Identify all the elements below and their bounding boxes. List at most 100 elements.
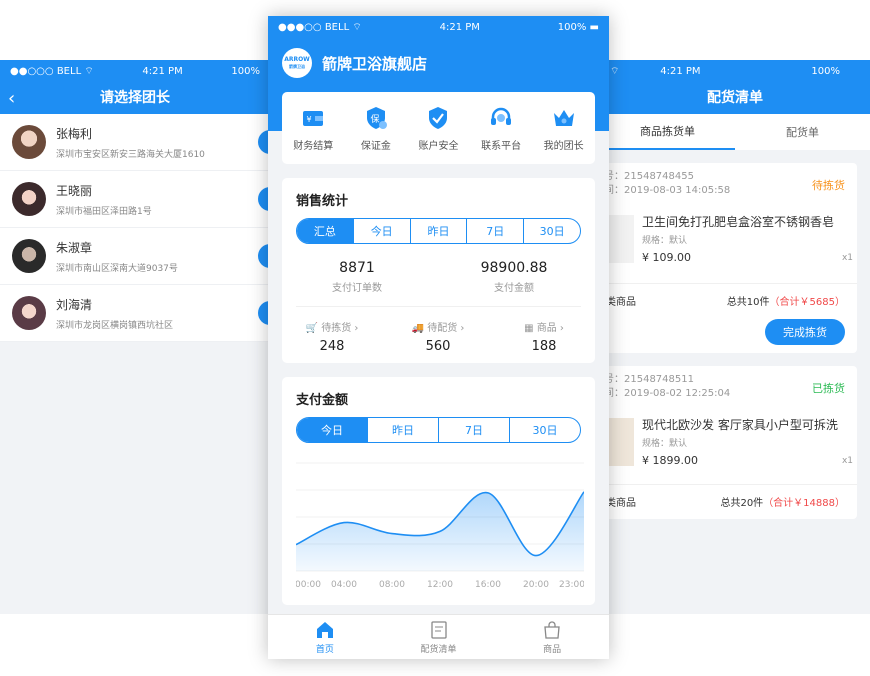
tab-yesterday[interactable]: 昨日 [367, 418, 438, 442]
box-icon: ▦ [524, 323, 534, 334]
avatar [12, 296, 46, 330]
menu-account-security[interactable]: 账户安全 [408, 105, 468, 152]
headset-icon [491, 107, 512, 125]
leader-name: 张梅利 [56, 126, 93, 141]
tab-30days[interactable]: 30日 [509, 418, 580, 442]
right-tabs: 商品拣货单 配货单 [600, 114, 870, 150]
amount-value: 98900.88 [480, 260, 548, 276]
leader-select-screen: ●●○○○ BELL ⌔ 4:21 PM 100% ‹ 请选择团长 张梅利 深圳市… [0, 60, 270, 614]
chevron-right-icon: › [460, 323, 465, 334]
shop-header: ARROW 箭牌卫浴 箭牌卫浴旗舰店 [282, 48, 427, 78]
payment-period-tabs: 今日 昨日 7日 30日 [296, 417, 581, 443]
wallet-icon: ¥ [303, 110, 324, 126]
order-card: 号：21548748511 间：2019-08-02 12:25:04 已拣货 … [600, 366, 857, 519]
order-total-count: 总共10件 [726, 297, 770, 308]
stat-goods[interactable]: ▦ 商品 › 188 [494, 319, 594, 354]
menu-deposit[interactable]: 保 保证金 [346, 105, 406, 152]
kpi-orders: 8871 支付订单数 [282, 260, 432, 294]
sales-stats-card: 销售统计 汇总 今日 昨日 7日 30日 8871 支付订单数 98900.88… [282, 178, 595, 363]
order-total-amount: （合计￥14888） [763, 498, 845, 509]
x-tick-label: 23:00 [559, 580, 584, 590]
product-qty: x1 [841, 253, 853, 263]
x-tick-label: 00:00 [296, 580, 321, 590]
product-spec: 规格：默认 [642, 439, 688, 449]
sales-period-tabs: 汇总 今日 昨日 7日 30日 [296, 218, 581, 244]
order-category: 类商品 [606, 498, 636, 509]
right-navbar: 配货清单 [600, 82, 870, 112]
tab-30days[interactable]: 30日 [523, 219, 580, 243]
x-tick-label: 20:00 [523, 580, 549, 590]
order-card: 号：21548748455 间：2019-08-03 14:05:58 待拣货 … [600, 163, 857, 353]
menu-contact-platform[interactable]: 联系平台 [471, 105, 531, 152]
list-item[interactable]: 朱淑章 深圳市南山区深南大道9037号 [0, 228, 270, 285]
tab-summary[interactable]: 汇总 [297, 219, 353, 243]
list-item[interactable]: 刘海清 深圳市龙岗区横岗镇西坑社区 [0, 285, 270, 342]
leader-address: 深圳市龙岗区横岗镇西坑社区 [56, 320, 174, 331]
amount-label: 支付金额 [494, 283, 534, 294]
signal-carrier: ●●○○○ BELL ⌔ [10, 65, 94, 77]
wifi-icon: ⌔ [610, 65, 620, 77]
back-chevron-icon[interactable]: ‹ [8, 88, 15, 109]
svg-text:¥: ¥ [307, 115, 312, 124]
tab-yesterday[interactable]: 昨日 [409, 219, 467, 243]
right-header: ⌔ 4:21 PM 100% 配货清单 [600, 60, 870, 114]
quick-menu: ¥ 财务结算 保 保证金 账户安全 联系平台 我的团长 [282, 92, 595, 164]
orders-label: 支付订单数 [332, 283, 382, 294]
leader-name: 王晓丽 [56, 183, 93, 198]
tab-picking-list[interactable]: 配货清单 [382, 615, 496, 659]
status-battery: 100% [811, 65, 840, 77]
tab-home[interactable]: 首页 [268, 615, 382, 659]
product-spec: 规格：默认 [642, 236, 688, 246]
tab-goods[interactable]: 商品 [495, 615, 609, 659]
status-badge: 待拣货 [812, 179, 845, 192]
cart-icon: 🛒 [305, 323, 319, 334]
status-time: 4:21 PM [142, 65, 183, 77]
tab-7days[interactable]: 7日 [438, 418, 509, 442]
stat-pending-pick[interactable]: 🛒 待拣货 › 248 [282, 319, 382, 354]
leader-address: 深圳市福田区泽田路1号 [56, 206, 152, 217]
order-product[interactable]: 现代北欧沙发 客厅家具小户型可拆洗 规格：默认 ¥ 1899.00 x1 [608, 416, 853, 472]
payment-card: 支付金额 今日 昨日 7日 30日 00:00 04:00 08:00 12:00 16… [282, 377, 595, 605]
complete-picking-button[interactable]: 完成拣货 [765, 319, 845, 345]
order-total-count: 总共20件 [720, 498, 764, 509]
leader-list: 张梅利 深圳市宝安区新安三路海关大厦1610 王晓丽深圳市福田区泽田路1号 朱淑章… [0, 114, 270, 342]
stat-pending-ship[interactable]: 🚚 待配货 › 560 [388, 319, 488, 354]
product-title: 卫生间免打孔肥皂盒浴室不锈钢香皂 [642, 215, 835, 229]
menu-my-leaders[interactable]: 我的团长 [534, 105, 594, 152]
avatar [12, 239, 46, 273]
list-item[interactable]: 张梅利 深圳市宝安区新安三路海关大厦1610 [0, 114, 270, 171]
list-icon [430, 620, 447, 639]
order-total-amount: （合计￥5685） [769, 297, 845, 308]
divider [296, 306, 581, 307]
product-thumbnail [608, 215, 634, 263]
x-tick-label: 04:00 [331, 580, 357, 590]
shield-guarantee-icon: 保 [366, 106, 387, 129]
menu-finance[interactable]: ¥ 财务结算 [283, 105, 343, 152]
tab-7days[interactable]: 7日 [466, 219, 523, 243]
list-item[interactable]: 王晓丽深圳市福田区泽田路1号 [0, 171, 270, 228]
avatar [12, 125, 46, 159]
order-product[interactable]: 卫生间免打孔肥皂盒浴室不锈钢香皂 规格：默认 ¥ 109.00 x1 [608, 213, 853, 269]
svg-text:保: 保 [370, 113, 379, 125]
tab-shipping[interactable]: 配货单 [735, 114, 870, 150]
tab-picking[interactable]: 商品拣货单 [600, 114, 735, 150]
wifi-icon: ⌔ [352, 21, 362, 33]
shop-name: 箭牌卫浴旗舰店 [322, 54, 428, 73]
tab-today[interactable]: 今日 [297, 418, 367, 442]
tab-today[interactable]: 今日 [352, 219, 410, 243]
chevron-right-icon: › [354, 323, 359, 334]
dashboard-screen: ●●●○○ BELL ⌔ 4:21 PM 100% ▬ ARROW 箭牌卫浴 箭… [268, 16, 609, 659]
right-page-title: 配货清单 [707, 90, 763, 106]
battery-icon: ▬ [589, 21, 599, 33]
order-category: 类商品 [606, 297, 636, 308]
x-tick-label: 12:00 [427, 580, 453, 590]
pending-ship-value: 560 [425, 339, 451, 354]
pending-pick-value: 248 [319, 339, 345, 354]
right-status-bar: ⌔ 4:21 PM 100% [600, 60, 870, 82]
order-summary: 类商品 总共20件（合计￥14888） [600, 484, 857, 518]
product-thumbnail [608, 418, 634, 466]
status-time: 4:21 PM [660, 65, 701, 77]
product-price: ¥ 109.00 [642, 251, 691, 264]
home-icon [316, 621, 333, 638]
kpi-amount: 98900.88 支付金额 [439, 260, 589, 294]
